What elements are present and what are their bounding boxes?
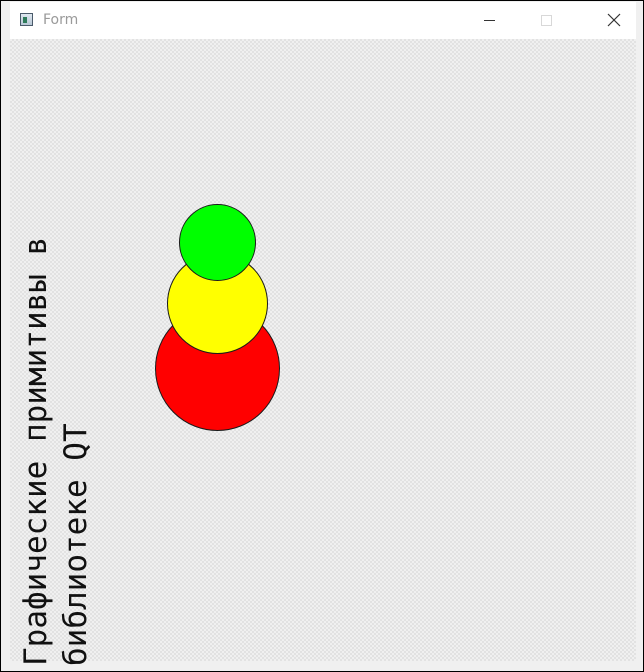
form-window: Form Графические примитивы в библиотеке … [0,0,644,672]
primitives-drawing [155,204,280,431]
green-circle [179,204,256,281]
